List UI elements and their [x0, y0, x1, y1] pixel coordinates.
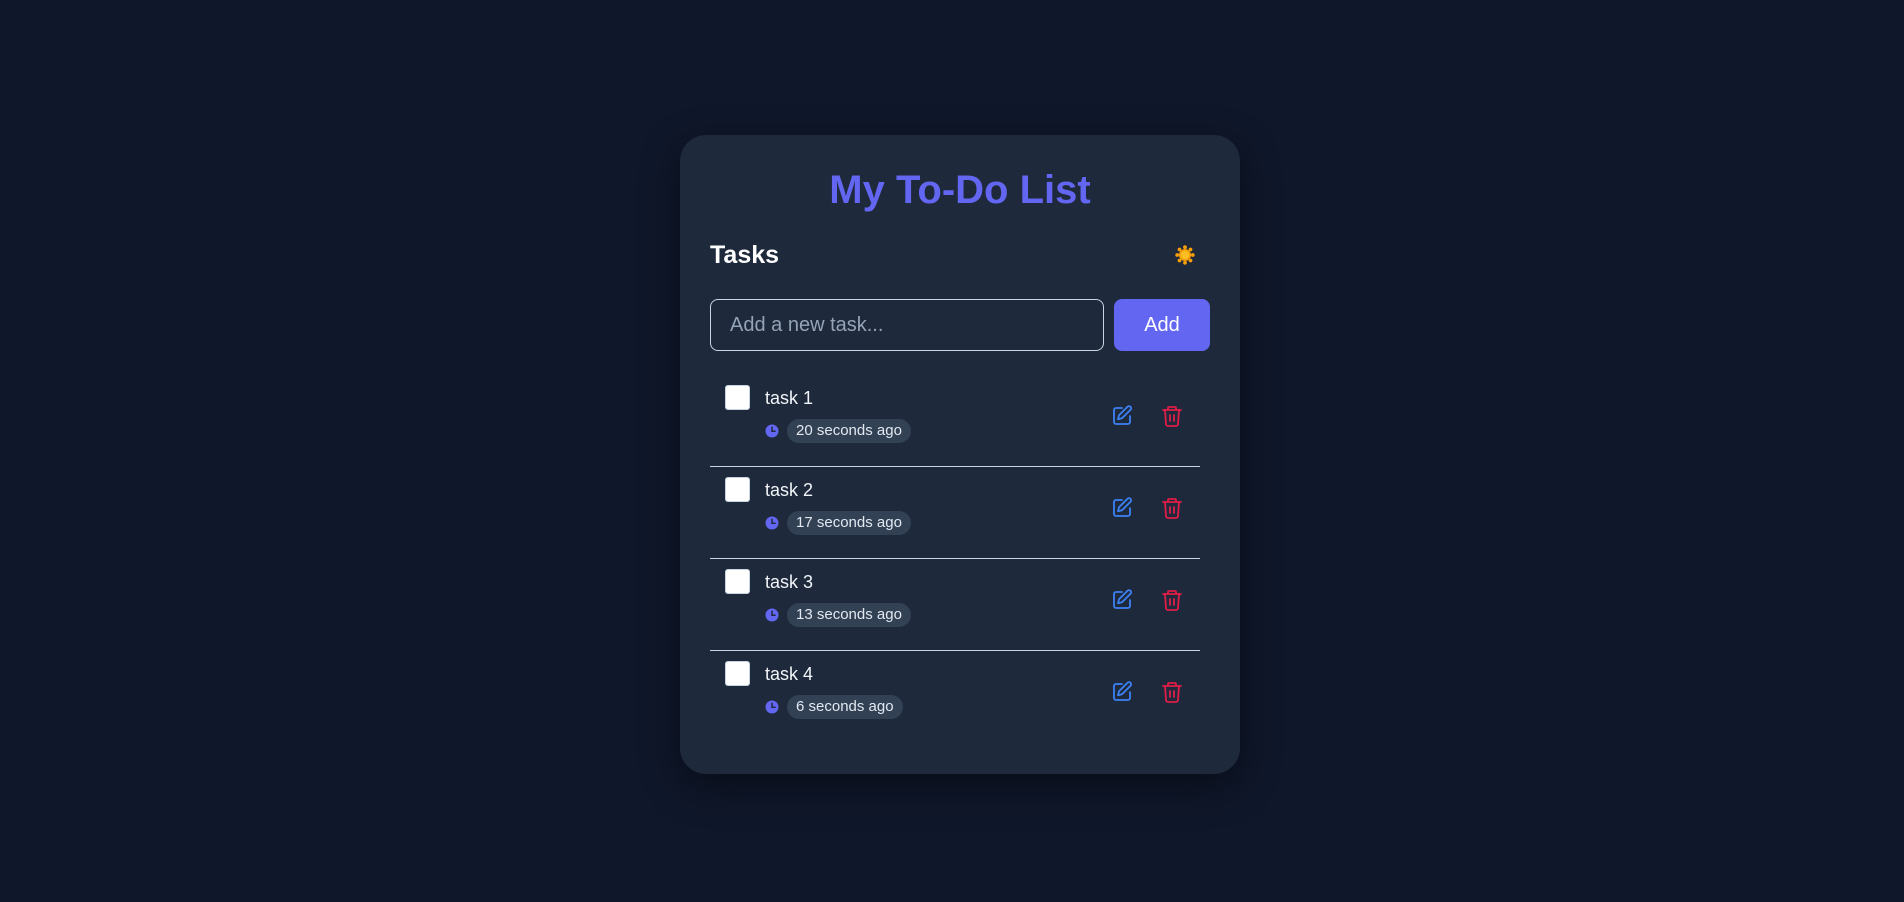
trash-icon [1162, 406, 1182, 427]
task-text: task 1 [765, 388, 814, 408]
task-checkbox[interactable] [725, 385, 750, 410]
add-task-form: Add [710, 299, 1210, 351]
task-time-badge: 17 seconds ago [787, 511, 911, 535]
trash-icon [1162, 498, 1182, 519]
delete-task-button[interactable] [1158, 678, 1186, 706]
delete-task-button[interactable] [1158, 402, 1186, 430]
trash-icon [1162, 682, 1182, 703]
task-text: task 2 [765, 480, 814, 500]
tasks-heading: Tasks [710, 241, 780, 269]
edit-task-button[interactable] [1108, 402, 1136, 430]
trash-icon [1162, 590, 1182, 611]
task-meta: 17 seconds ago [765, 511, 911, 535]
task-meta: 13 seconds ago [765, 603, 911, 627]
task-checkbox[interactable] [725, 661, 750, 686]
todo-card: My To-Do List Tasks Add a new task... Ad… [680, 135, 1240, 774]
task-item: task 2 17 seconds ago [710, 467, 1200, 559]
task-item: task 1 20 seconds ago [710, 375, 1200, 467]
theme-toggle-button[interactable] [1172, 242, 1198, 268]
edit-task-button[interactable] [1108, 678, 1136, 706]
add-task-button[interactable]: Add [1114, 299, 1210, 351]
delete-task-button[interactable] [1158, 494, 1186, 522]
task-text: task 4 [765, 664, 814, 684]
delete-task-button[interactable] [1158, 586, 1186, 614]
app-title: My To-Do List [829, 168, 1091, 212]
clock-icon [765, 424, 779, 438]
edit-icon [1113, 589, 1132, 609]
edit-icon [1113, 405, 1132, 425]
clock-icon [765, 700, 779, 714]
edit-task-button[interactable] [1108, 586, 1136, 614]
task-text: task 3 [765, 572, 814, 592]
edit-task-button[interactable] [1108, 494, 1136, 522]
edit-icon [1113, 681, 1132, 701]
edit-icon [1113, 497, 1132, 517]
task-meta: 6 seconds ago [765, 695, 903, 719]
task-list: task 1 20 seconds ago task 2 17 seconds … [710, 375, 1200, 742]
task-time-badge: 6 seconds ago [787, 695, 903, 719]
task-time-badge: 20 seconds ago [787, 419, 911, 443]
task-item: task 4 6 seconds ago [710, 651, 1200, 742]
task-meta: 20 seconds ago [765, 419, 911, 443]
sun-icon [1175, 245, 1195, 265]
task-item: task 3 13 seconds ago [710, 559, 1200, 651]
clock-icon [765, 516, 779, 530]
new-task-input[interactable] [710, 299, 1104, 351]
task-time-badge: 13 seconds ago [787, 603, 911, 627]
tasks-header: Tasks [710, 237, 1210, 273]
task-checkbox[interactable] [725, 477, 750, 502]
task-checkbox[interactable] [725, 569, 750, 594]
clock-icon [765, 608, 779, 622]
